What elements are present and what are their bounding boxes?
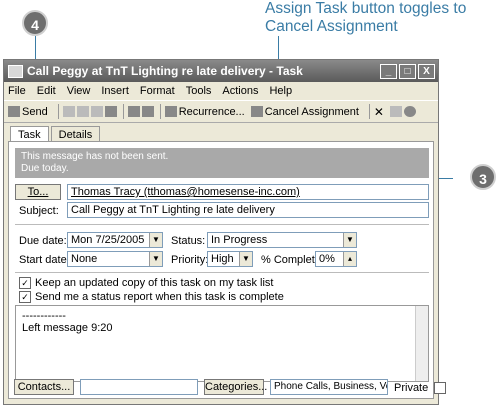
- keep-copy-checkbox[interactable]: ✓: [19, 277, 31, 290]
- start-date-label: Start date:: [19, 254, 70, 266]
- callout-caption: Assign Task button toggles to Cancel Ass…: [265, 0, 497, 36]
- keep-copy-option[interactable]: ✓ Keep an updated copy of this task on my…: [19, 277, 274, 290]
- chevron-down-icon[interactable]: ▼: [239, 252, 252, 266]
- cancel-assignment-button[interactable]: Cancel Assignment: [250, 105, 359, 118]
- menu-actions[interactable]: Actions: [222, 85, 258, 97]
- help-icon[interactable]: [403, 106, 416, 117]
- minimize-button[interactable]: _: [380, 63, 397, 79]
- send-status-label: Send me a status report when this task i…: [35, 291, 284, 303]
- stepper-icon[interactable]: ▴: [343, 252, 356, 266]
- step-4-marker: 4: [22, 10, 48, 36]
- menu-file[interactable]: File: [8, 85, 26, 97]
- toolbar-separator: [159, 104, 161, 119]
- start-date-value: None: [71, 253, 98, 265]
- chevron-down-icon[interactable]: ▼: [343, 233, 356, 247]
- menu-help[interactable]: Help: [269, 85, 292, 97]
- menu-view[interactable]: View: [67, 85, 91, 97]
- menu-bar: File Edit View Insert Format Tools Actio…: [4, 82, 438, 101]
- notes-area[interactable]: ------------ Left message 9:20: [15, 305, 429, 382]
- categories-field[interactable]: Phone Calls, Business, Vendors: [270, 379, 388, 395]
- to-recipient[interactable]: Thomas Tracy (tthomas@homesense-inc.com): [71, 186, 300, 198]
- private-label: Private: [394, 382, 429, 394]
- address-book-icon[interactable]: [127, 106, 140, 117]
- contacts-field[interactable]: [80, 379, 198, 395]
- to-button[interactable]: To...: [15, 184, 61, 200]
- percent-complete-field[interactable]: 0% ▴: [315, 251, 357, 267]
- subject-label: Subject:: [19, 205, 59, 217]
- status-label: Status:: [171, 235, 206, 247]
- to-field[interactable]: Thomas Tracy (tthomas@homesense-inc.com): [67, 184, 429, 200]
- notes-text: Left message 9:20: [22, 322, 113, 334]
- info-bar: This message has not been sent. Due toda…: [15, 148, 429, 178]
- due-date-field[interactable]: Mon 7/25/2005 ▼: [67, 232, 163, 248]
- status-field[interactable]: In Progress ▼: [207, 232, 357, 248]
- close-button[interactable]: X: [418, 63, 435, 79]
- chevron-down-icon[interactable]: ▼: [149, 252, 162, 266]
- delete-icon[interactable]: ✕: [374, 105, 384, 119]
- categories-button[interactable]: Categories...: [204, 379, 267, 395]
- keep-copy-label: Keep an updated copy of this task on my …: [35, 277, 274, 289]
- bottom-bar: Contacts... Categories... Phone Calls, B…: [8, 375, 447, 399]
- task-icon: [8, 64, 23, 78]
- subject-field[interactable]: Call Peggy at TnT Lighting re late deliv…: [67, 202, 429, 218]
- send-icon: [8, 106, 20, 117]
- contacts-button[interactable]: Contacts...: [14, 379, 74, 395]
- private-checkbox[interactable]: [434, 382, 447, 395]
- step-3-marker: 3: [470, 164, 496, 190]
- send-button[interactable]: Send: [8, 106, 48, 118]
- move-icon[interactable]: [389, 106, 402, 117]
- maximize-button[interactable]: □: [399, 63, 416, 79]
- info-line-2: Due today.: [21, 163, 69, 174]
- attach-icon[interactable]: [104, 106, 117, 117]
- info-line-1: This message has not been sent.: [21, 151, 169, 162]
- toolbar-separator: [122, 104, 124, 119]
- send-status-option[interactable]: ✓ Send me a status report when this task …: [19, 291, 284, 304]
- cut-icon[interactable]: [62, 106, 75, 117]
- task-panel: This message has not been sent. Due toda…: [8, 141, 434, 399]
- priority-field[interactable]: High ▼: [207, 251, 253, 267]
- paste-icon[interactable]: [90, 106, 103, 117]
- divider: [15, 272, 429, 273]
- due-date-label: Due date:: [19, 235, 67, 247]
- recurrence-icon: [164, 106, 177, 117]
- menu-insert[interactable]: Insert: [101, 85, 129, 97]
- cancel-assignment-icon: [250, 106, 263, 117]
- cancel-assignment-label: Cancel Assignment: [264, 105, 359, 118]
- window-title: Call Peggy at TnT Lighting re late deliv…: [27, 64, 303, 78]
- divider: [15, 224, 429, 225]
- notes-dashes: ------------: [22, 310, 66, 322]
- copy-icon[interactable]: [76, 106, 89, 117]
- recurrence-label: Recurrence...: [178, 105, 245, 118]
- callout-line-2: Cancel Assignment: [265, 18, 398, 35]
- percent-complete-value: 0%: [319, 253, 335, 265]
- toolbar: Send Recurrence... Cancel Assignment ✕: [4, 101, 438, 123]
- send-status-checkbox[interactable]: ✓: [19, 291, 31, 304]
- toolbar-separator: [57, 104, 59, 119]
- chevron-down-icon[interactable]: ▼: [149, 233, 162, 247]
- menu-edit[interactable]: Edit: [37, 85, 56, 97]
- menu-format[interactable]: Format: [140, 85, 175, 97]
- priority-value: High: [211, 253, 234, 265]
- menu-tools[interactable]: Tools: [186, 85, 212, 97]
- toolbar-separator: [368, 104, 370, 119]
- due-date-value: Mon 7/25/2005: [71, 234, 145, 246]
- send-label: Send: [22, 105, 48, 118]
- recurrence-button[interactable]: Recurrence...: [164, 105, 245, 118]
- status-value: In Progress: [211, 234, 268, 246]
- spelling-icon[interactable]: [141, 106, 154, 117]
- callout-line-1: Assign Task button toggles to: [265, 0, 467, 17]
- title-bar: Call Peggy at TnT Lighting re late deliv…: [4, 60, 438, 82]
- private-option[interactable]: Private: [394, 382, 450, 395]
- start-date-field[interactable]: None ▼: [67, 251, 163, 267]
- priority-label: Priority:: [171, 254, 209, 266]
- task-window: Call Peggy at TnT Lighting re late deliv…: [3, 59, 447, 405]
- notes-scrollbar[interactable]: [415, 306, 428, 381]
